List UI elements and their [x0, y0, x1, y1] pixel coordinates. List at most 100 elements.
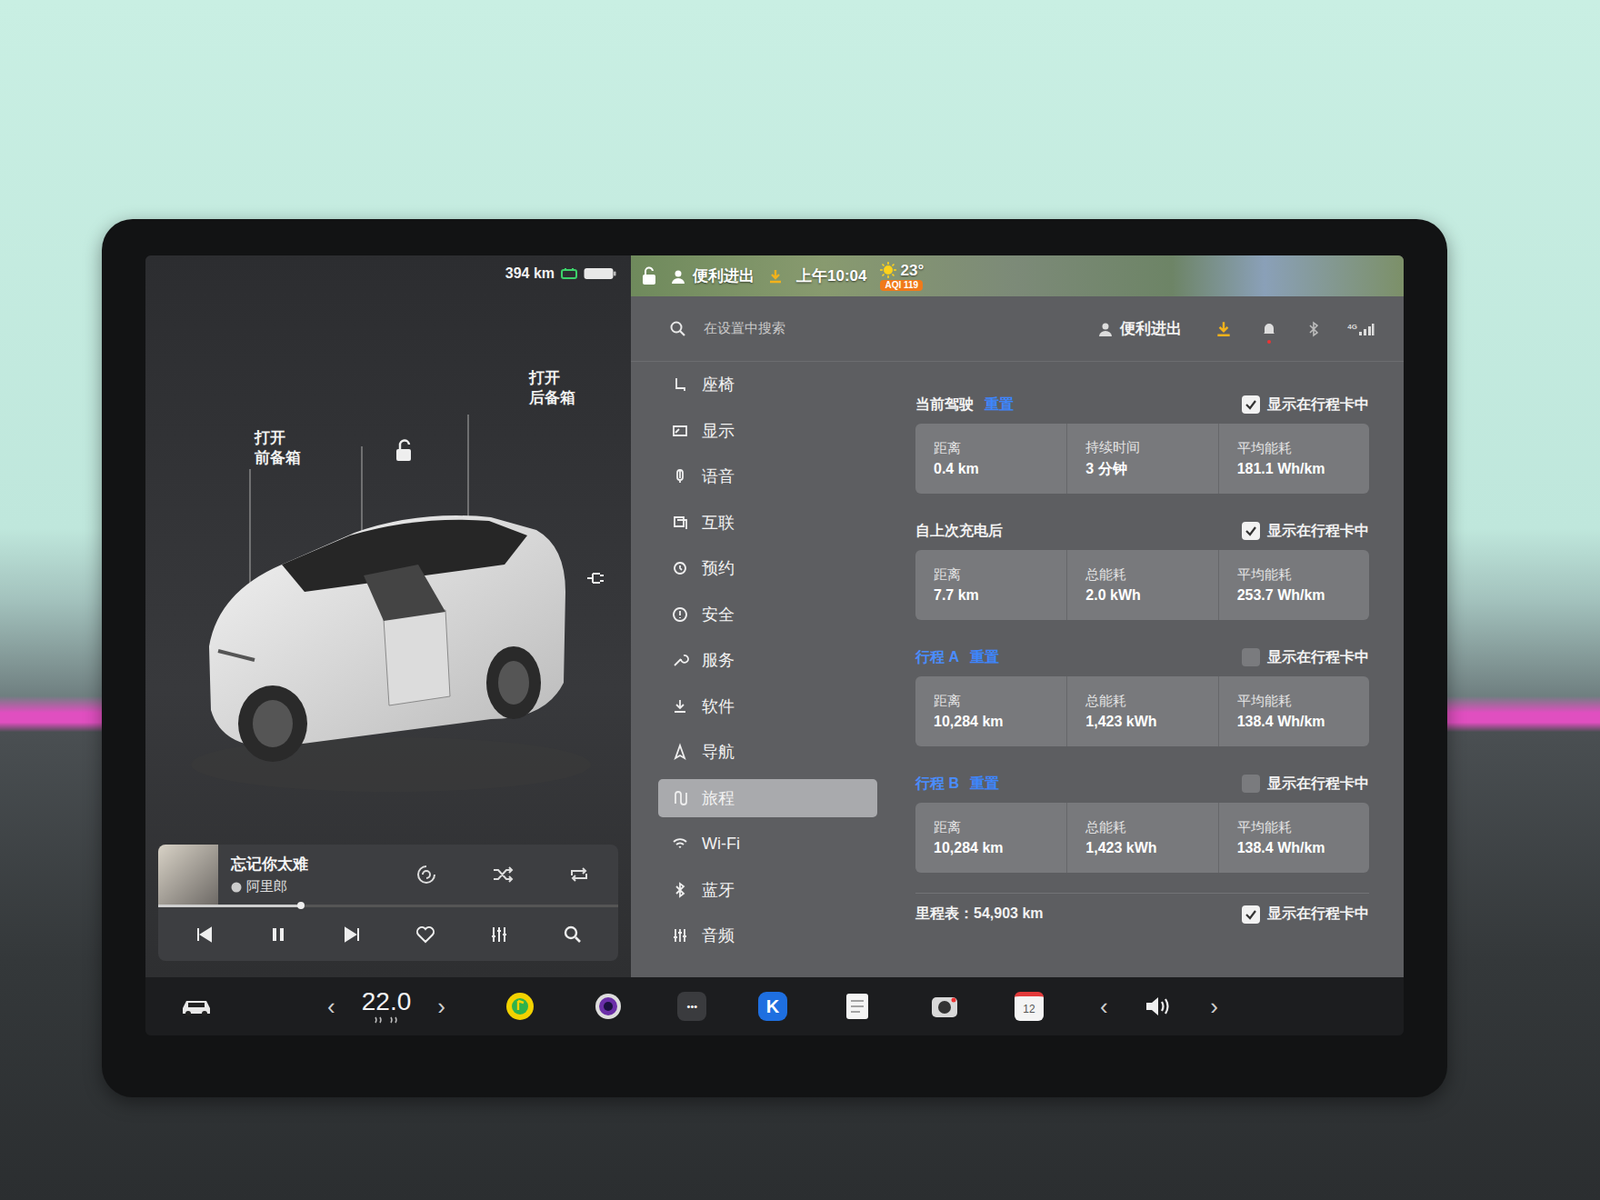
dashcam-app-icon [930, 992, 960, 1020]
reset-button[interactable]: 重置 [970, 648, 1000, 668]
odometer-row: 里程表：54,903 km 显示在行程卡中 [915, 892, 1370, 924]
download-icon[interactable] [1214, 320, 1233, 339]
seat-heater-icon[interactable] [372, 1015, 400, 1025]
check-icon [1244, 524, 1258, 538]
previous-icon[interactable] [193, 923, 216, 946]
menu-icon [670, 742, 690, 761]
stat-cell: 平均能耗 138.4 Wh/km [1218, 676, 1370, 747]
trip-card: 距离 0.4 km持续时间 3 分钟平均能耗 181.1 Wh/km [915, 423, 1370, 494]
menu-item[interactable]: 蓝牙 [658, 870, 878, 910]
show-in-card-checkbox[interactable]: 显示在行程卡中 [1241, 395, 1370, 415]
menu-item[interactable]: Wi-Fi [658, 824, 878, 863]
lock-status-icon[interactable] [640, 266, 659, 287]
music-app-icon [505, 991, 535, 1021]
app-icon[interactable] [839, 988, 876, 1025]
equalizer-icon[interactable] [488, 923, 510, 946]
battery-icon [583, 267, 617, 280]
trip-title: 当前驾驶 [915, 395, 974, 415]
radio-icon[interactable] [414, 862, 439, 887]
signal-icon [1358, 322, 1375, 336]
volume-control: ‹ › [1063, 994, 1255, 1019]
temp-down-button[interactable]: ‹ [327, 994, 336, 1019]
climate-control: ‹ 22.0 › [290, 988, 482, 1024]
next-icon[interactable] [340, 923, 363, 946]
bottom-bar: ‹ 22.0 › ••• K 12 ‹ › [145, 977, 1404, 1036]
menu-icon [670, 926, 690, 945]
download-icon[interactable] [767, 268, 784, 285]
show-in-card-checkbox[interactable]: 显示在行程卡中 [1241, 904, 1370, 924]
track-title: 忘记你太难 [230, 853, 415, 875]
menu-icon [670, 559, 690, 578]
sun-icon [879, 260, 898, 280]
profile-button[interactable]: 便利进出 [1098, 318, 1182, 340]
app-icon[interactable]: ••• [677, 991, 707, 1021]
menu-icon [670, 697, 690, 716]
show-in-card-checkbox[interactable]: 显示在行程卡中 [1241, 521, 1370, 541]
progress-bar[interactable] [158, 904, 619, 908]
source-icon [230, 881, 242, 893]
temp-up-button[interactable]: › [437, 994, 446, 1019]
menu-item[interactable]: 软件 [658, 687, 878, 726]
bluetooth-icon[interactable] [1305, 320, 1322, 339]
bell-icon[interactable] [1260, 320, 1279, 339]
repeat-icon[interactable] [567, 862, 591, 887]
status-row: 394 km [158, 255, 619, 292]
app-icon[interactable] [590, 988, 627, 1025]
trip-section: 当前驾驶 重置 显示在行程卡中 距离 0.4 km持续时间 3 分钟平均能耗 1… [915, 392, 1370, 494]
shuffle-icon[interactable] [490, 862, 515, 887]
person-icon [1098, 321, 1113, 337]
search-icon[interactable] [561, 923, 584, 946]
person-icon [670, 269, 686, 284]
menu-icon [670, 375, 690, 394]
trip-title: 行程 A [915, 648, 960, 668]
menu-item[interactable]: 预约 [658, 549, 878, 588]
odometer: 里程表：54,903 km [915, 904, 1044, 924]
cabin-temperature[interactable]: 22.0 [361, 988, 412, 1015]
volume-down-button[interactable]: ‹ [1100, 994, 1109, 1019]
app-icon[interactable] [926, 988, 963, 1025]
show-in-card-checkbox[interactable]: 显示在行程卡中 [1241, 774, 1370, 794]
menu-item[interactable]: 旅程 [658, 779, 878, 818]
range-text: 394 km [505, 265, 555, 282]
reset-button[interactable]: 重置 [984, 395, 1014, 415]
settings-search-input[interactable]: 在设置中搜索 [703, 320, 1082, 338]
menu-item[interactable]: 显示 [658, 411, 878, 450]
search-row: 在设置中搜索 便利进出 4G [630, 296, 1404, 362]
stat-cell: 总能耗 1,423 kWh [1066, 802, 1218, 873]
car-stage: 打开前备箱 打开后备箱 [145, 291, 631, 845]
trip-section: 自上次充电后 显示在行程卡中 距离 7.7 km总能耗 2.0 kWh平均能耗 … [915, 519, 1370, 620]
menu-item[interactable]: 座椅 [658, 365, 878, 404]
trip-content: 当前驾驶 重置 显示在行程卡中 距离 0.4 km持续时间 3 分钟平均能耗 1… [877, 361, 1404, 978]
menu-item[interactable]: 音频 [658, 916, 878, 955]
charging-plug-icon [560, 267, 579, 280]
app-icon[interactable] [501, 988, 539, 1025]
menu-item[interactable]: 互联 [658, 503, 878, 542]
show-in-card-checkbox[interactable]: 显示在行程卡中 [1241, 648, 1370, 668]
driver-profile[interactable]: 便利进出 [670, 265, 755, 287]
notification-dot [1267, 340, 1271, 344]
menu-item[interactable]: 服务 [658, 640, 878, 680]
app-icon[interactable]: 12 [1014, 991, 1044, 1021]
open-frunk-button[interactable]: 打开前备箱 [254, 428, 301, 469]
trip-title: 自上次充电后 [915, 521, 1003, 541]
menu-item[interactable]: 语音 [658, 457, 878, 496]
car-icon[interactable] [180, 995, 213, 1018]
menu-item[interactable]: 安全 [658, 595, 878, 634]
app-icon[interactable]: K [758, 991, 788, 1021]
unlock-icon[interactable] [392, 439, 415, 463]
stat-cell: 距离 10,284 km [915, 802, 1067, 873]
vehicle-panel: 394 km 打开前备箱 打开后备箱 忘记你太难 阿里郎 [145, 255, 631, 978]
open-trunk-button[interactable]: 打开后备箱 [529, 368, 576, 409]
reset-button[interactable]: 重置 [970, 774, 1000, 794]
volume-icon[interactable] [1143, 994, 1175, 1019]
stat-cell: 平均能耗 138.4 Wh/km [1218, 802, 1370, 873]
charge-port-icon[interactable] [585, 570, 606, 587]
trip-card: 距离 10,284 km总能耗 1,423 kWh平均能耗 138.4 Wh/k… [915, 802, 1370, 873]
heart-icon[interactable] [414, 923, 437, 946]
pause-icon[interactable] [267, 923, 290, 946]
volume-up-button[interactable]: › [1210, 994, 1219, 1019]
menu-item[interactable]: 导航 [658, 732, 878, 771]
check-icon [1244, 908, 1258, 921]
weather: 23° AQI 119 [879, 260, 924, 291]
stat-cell: 总能耗 2.0 kWh [1066, 550, 1218, 620]
